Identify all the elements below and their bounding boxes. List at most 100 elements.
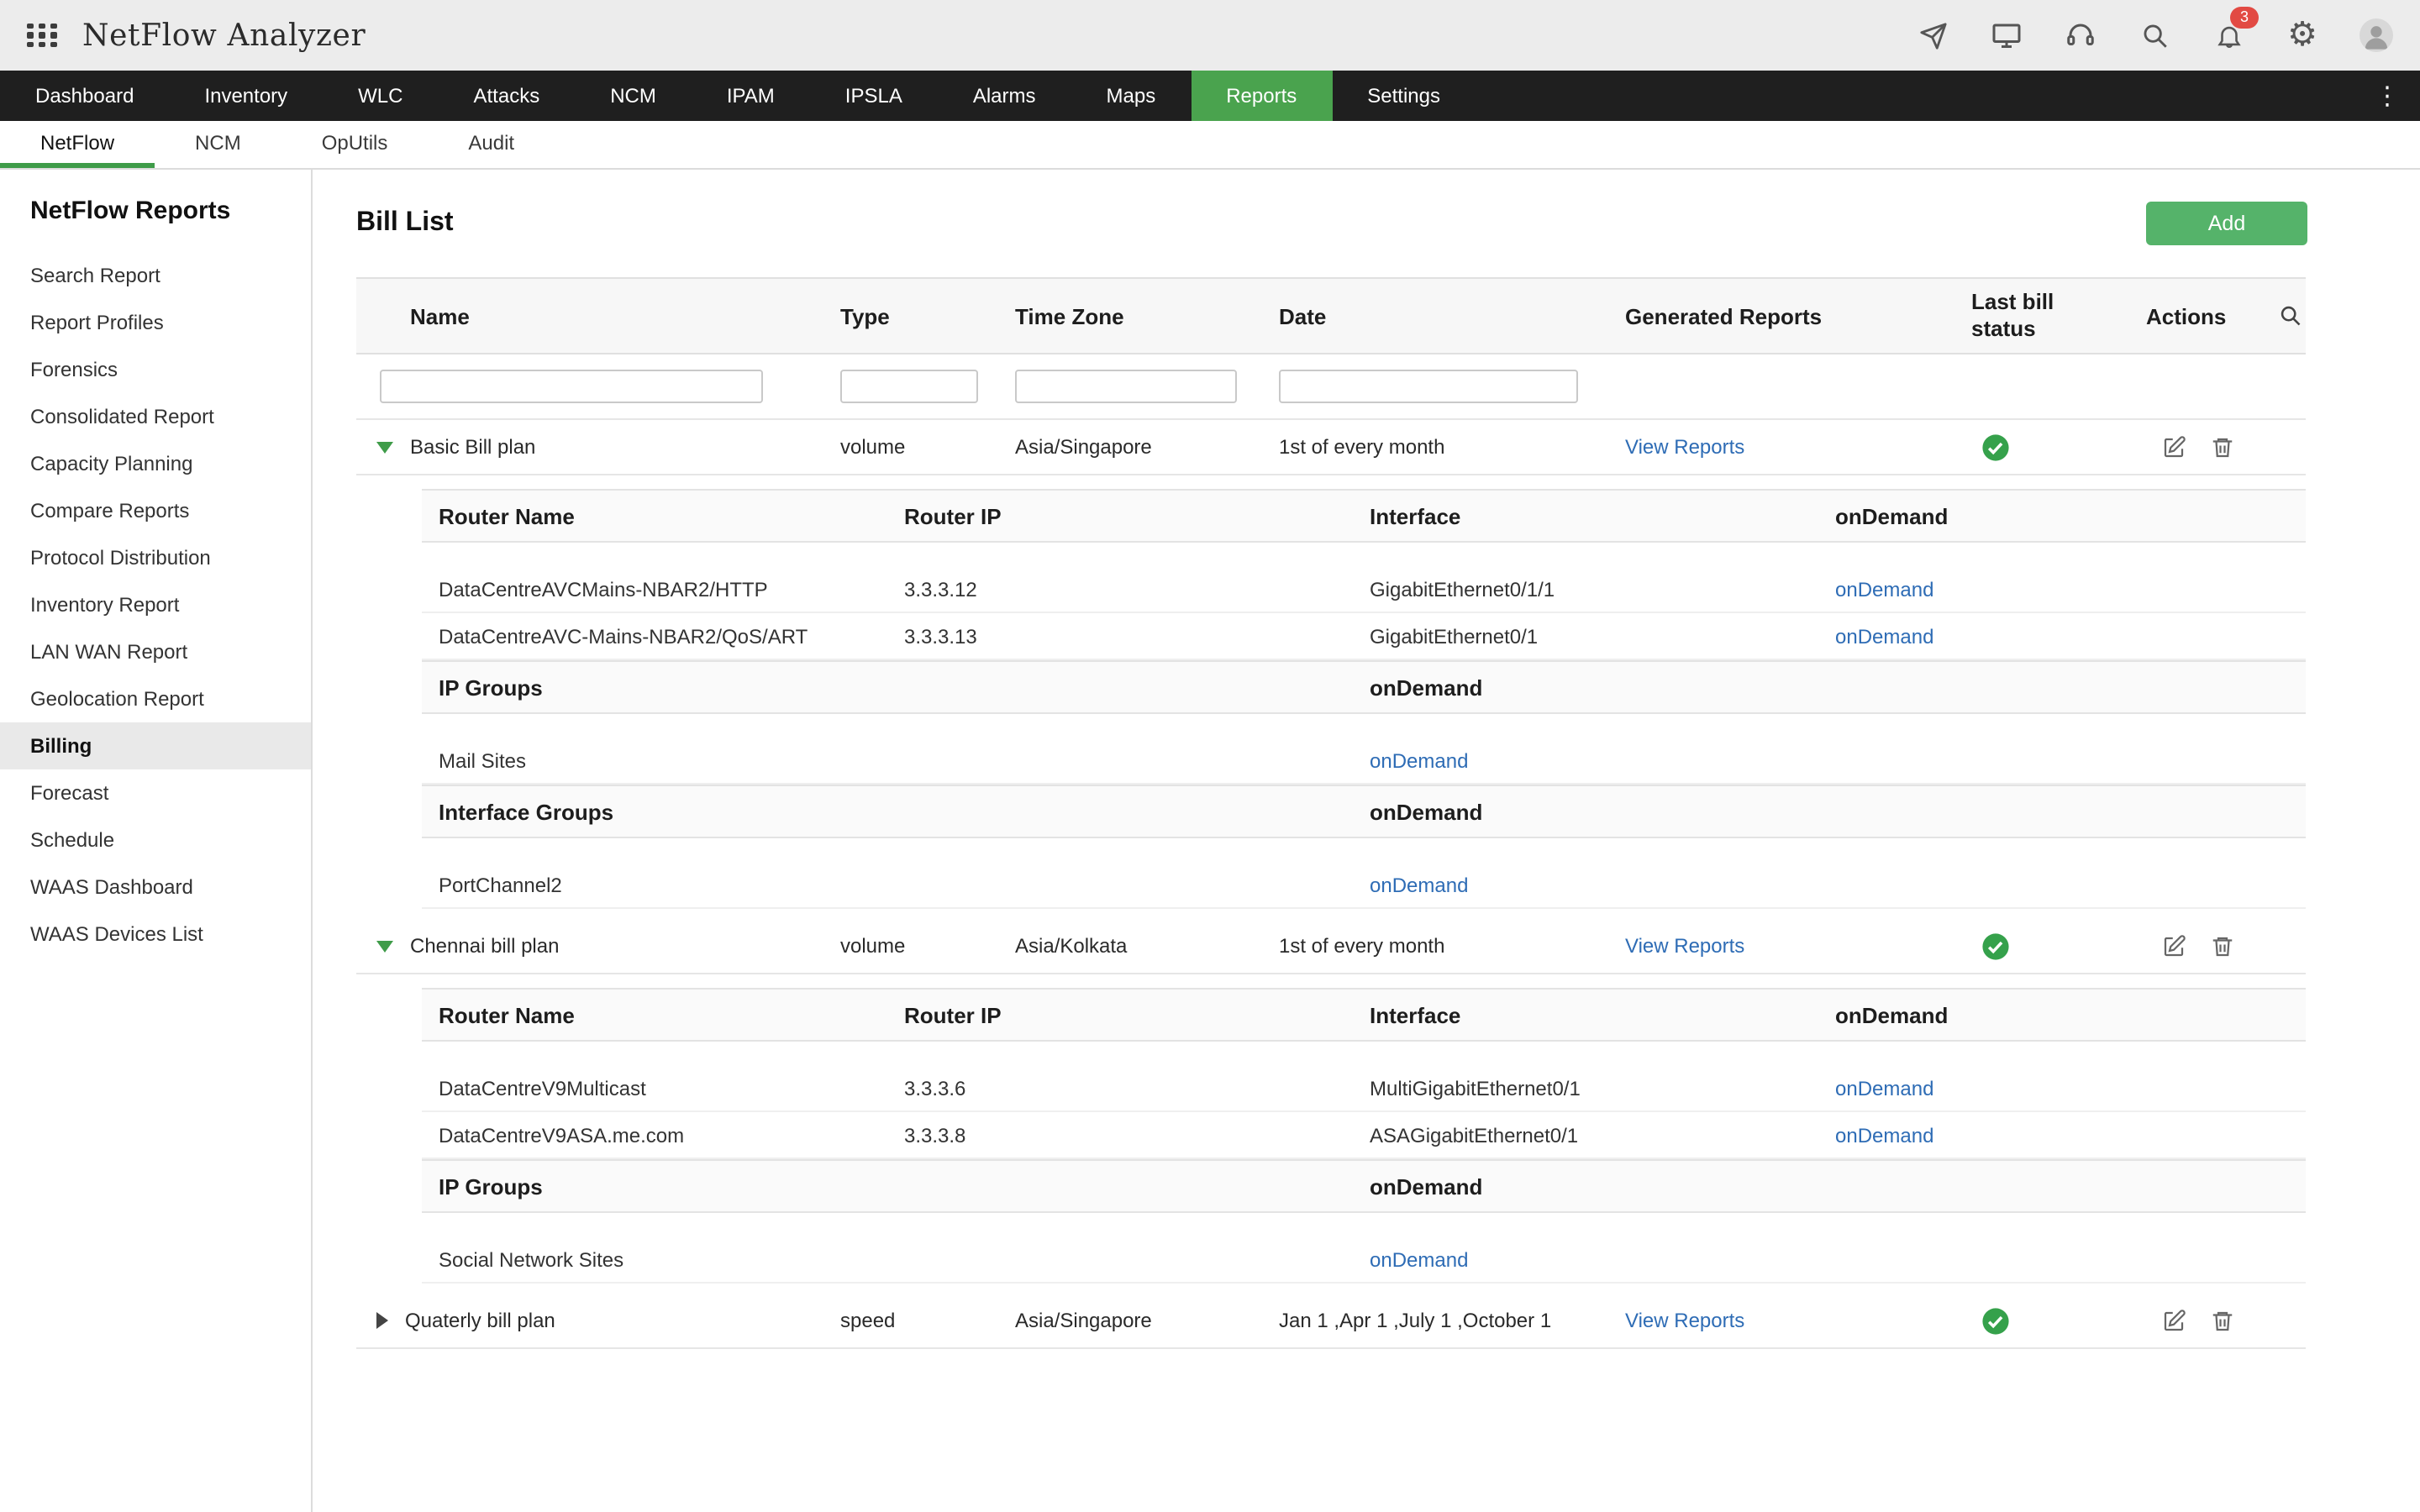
nav-item-alarms[interactable]: Alarms — [938, 71, 1071, 121]
sidebar-item-report-profiles[interactable]: Report Profiles — [0, 299, 311, 346]
table-search-icon[interactable] — [2279, 304, 2302, 333]
ip-groups-title: IP Groups — [439, 1173, 1370, 1199]
sidebar-item-billing[interactable]: Billing — [0, 722, 311, 769]
bill-list-panel: Bill List Add Name Type Time Zone Date G… — [313, 170, 2420, 1512]
search-icon[interactable] — [2138, 18, 2171, 52]
ondemand-link[interactable]: onDemand — [1835, 1123, 1933, 1147]
router-ip: 3.3.3.6 — [904, 1076, 1370, 1100]
notifications-bell-icon[interactable]: 3 — [2212, 18, 2245, 52]
tab-ncm[interactable]: NCM — [155, 121, 281, 168]
nav-overflow-kebab-icon[interactable]: ⋮ — [2354, 71, 2420, 121]
ip-group-row: Social Network Sites onDemand — [422, 1236, 2306, 1284]
edit-bill-icon[interactable] — [2161, 933, 2186, 958]
ondemand-link[interactable]: onDemand — [1370, 748, 1468, 772]
sidebar-item-waas-dashboard[interactable]: WAAS Dashboard — [0, 864, 311, 911]
col-header-generated-reports: Generated Reports — [1625, 303, 1971, 328]
router-name: DataCentreV9ASA.me.com — [439, 1123, 904, 1147]
launch-rocket-icon[interactable] — [1916, 18, 1949, 52]
settings-gear-icon[interactable]: ⚙ — [2286, 18, 2319, 52]
router-header-row: Router Name Router IP Interface onDemand — [422, 988, 2306, 1042]
apps-grid-icon[interactable] — [27, 24, 59, 48]
collapse-row-icon[interactable] — [376, 441, 393, 453]
status-success-icon — [1981, 1306, 2010, 1335]
col-router-name: Router Name — [439, 503, 904, 528]
sidebar-item-protocol-distribution[interactable]: Protocol Distribution — [0, 534, 311, 581]
ondemand-link[interactable]: onDemand — [1835, 624, 1933, 648]
tab-oputils[interactable]: OpUtils — [281, 121, 429, 168]
nav-item-wlc[interactable]: WLC — [323, 71, 438, 121]
tab-audit[interactable]: Audit — [428, 121, 555, 168]
filter-row — [356, 354, 2306, 420]
bill-name: Chennai bill plan — [410, 934, 559, 958]
router-row: DataCentreV9Multicast 3.3.3.6 MultiGigab… — [422, 1065, 2306, 1112]
bill-date: 1st of every month — [1279, 435, 1625, 459]
filter-time-zone-input[interactable] — [1015, 370, 1237, 403]
add-bill-button[interactable]: Add — [2146, 202, 2307, 245]
sidebar-item-capacity-planning[interactable]: Capacity Planning — [0, 440, 311, 487]
reports-sidebar: NetFlow Reports Search Report Report Pro… — [0, 170, 313, 1512]
interface-group-row: PortChannel2 onDemand — [422, 862, 2306, 909]
sidebar-item-geolocation-report[interactable]: Geolocation Report — [0, 675, 311, 722]
last-bill-status-cell — [1971, 932, 2146, 960]
app-title: NetFlow Analyzer — [82, 18, 366, 53]
sidebar-item-consolidated-report[interactable]: Consolidated Report — [0, 393, 311, 440]
view-reports-link[interactable]: View Reports — [1625, 1309, 1744, 1332]
nav-item-maps[interactable]: Maps — [1071, 71, 1192, 121]
router-name: DataCentreV9Multicast — [439, 1076, 904, 1100]
nav-item-inventory[interactable]: Inventory — [169, 71, 323, 121]
nav-item-ipsla[interactable]: IPSLA — [810, 71, 938, 121]
router-interface: GigabitEthernet0/1 — [1370, 624, 1835, 648]
sidebar-item-forensics[interactable]: Forensics — [0, 346, 311, 393]
user-avatar[interactable] — [2360, 18, 2393, 52]
sidebar-item-inventory-report[interactable]: Inventory Report — [0, 581, 311, 628]
page-title: Bill List — [356, 208, 454, 239]
edit-bill-icon[interactable] — [2161, 434, 2186, 459]
filter-name-input[interactable] — [380, 370, 763, 403]
collapse-row-icon[interactable] — [376, 940, 393, 952]
bill-detail-basic: Router Name Router IP Interface onDemand… — [422, 489, 2306, 909]
edit-bill-icon[interactable] — [2161, 1308, 2186, 1333]
status-success-icon — [1981, 932, 2010, 960]
ip-groups-title: IP Groups — [439, 675, 1370, 700]
headset-support-icon[interactable] — [2064, 18, 2097, 52]
screen-share-icon[interactable] — [1990, 18, 2023, 52]
sidebar-item-forecast[interactable]: Forecast — [0, 769, 311, 816]
bill-row-quaterly: Quaterly bill plan speed Asia/Singapore … — [356, 1294, 2306, 1349]
nav-item-ipam[interactable]: IPAM — [692, 71, 810, 121]
view-reports-link[interactable]: View Reports — [1625, 435, 1744, 459]
table-header-row: Name Type Time Zone Date Generated Repor… — [356, 277, 2306, 354]
router-row: DataCentreAVC-Mains-NBAR2/QoS/ART 3.3.3.… — [422, 613, 2306, 660]
delete-bill-icon[interactable] — [2210, 434, 2235, 459]
ondemand-link[interactable]: onDemand — [1370, 1247, 1468, 1271]
sidebar-item-waas-devices-list[interactable]: WAAS Devices List — [0, 911, 311, 958]
router-name: DataCentreAVCMains-NBAR2/HTTP — [439, 577, 904, 601]
nav-item-reports[interactable]: Reports — [1191, 71, 1332, 121]
router-row: DataCentreAVCMains-NBAR2/HTTP 3.3.3.12 G… — [422, 566, 2306, 613]
delete-bill-icon[interactable] — [2210, 933, 2235, 958]
bill-detail-chennai: Router Name Router IP Interface onDemand… — [422, 988, 2306, 1284]
ondemand-link[interactable]: onDemand — [1370, 873, 1468, 896]
col-header-name: Name — [356, 303, 840, 328]
sidebar-item-lan-wan-report[interactable]: LAN WAN Report — [0, 628, 311, 675]
nav-item-dashboard[interactable]: Dashboard — [0, 71, 169, 121]
nav-item-ncm[interactable]: NCM — [575, 71, 692, 121]
col-header-type: Type — [840, 303, 1015, 328]
ondemand-link[interactable]: onDemand — [1835, 577, 1933, 601]
delete-bill-icon[interactable] — [2210, 1308, 2235, 1333]
tab-netflow[interactable]: NetFlow — [0, 121, 155, 168]
sidebar-item-compare-reports[interactable]: Compare Reports — [0, 487, 311, 534]
bill-time-zone: Asia/Singapore — [1015, 435, 1279, 459]
nav-item-settings[interactable]: Settings — [1332, 71, 1476, 121]
router-row: DataCentreV9ASA.me.com 3.3.3.8 ASAGigabi… — [422, 1112, 2306, 1159]
router-name: DataCentreAVC-Mains-NBAR2/QoS/ART — [439, 624, 904, 648]
sidebar-title: NetFlow Reports — [0, 197, 311, 252]
nav-item-attacks[interactable]: Attacks — [439, 71, 576, 121]
filter-type-input[interactable] — [840, 370, 978, 403]
ondemand-link[interactable]: onDemand — [1835, 1076, 1933, 1100]
sidebar-item-schedule[interactable]: Schedule — [0, 816, 311, 864]
view-reports-link[interactable]: View Reports — [1625, 934, 1744, 958]
expand-row-icon[interactable] — [376, 1312, 388, 1329]
sidebar-item-search-report[interactable]: Search Report — [0, 252, 311, 299]
bill-row-basic: Basic Bill plan volume Asia/Singapore 1s… — [356, 420, 2306, 475]
filter-date-input[interactable] — [1279, 370, 1578, 403]
